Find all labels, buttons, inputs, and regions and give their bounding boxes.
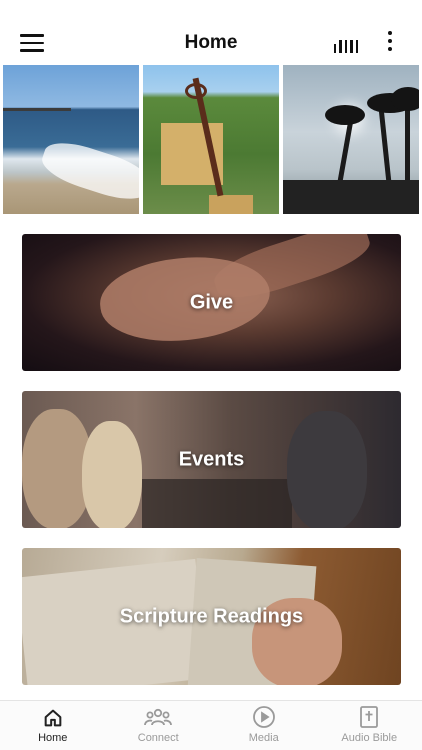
wave — [37, 134, 139, 208]
bars-icon — [350, 40, 353, 53]
person-image — [82, 421, 142, 528]
bars-icon — [355, 40, 359, 53]
tab-bar: Home Connect Media Audio Bible — [0, 700, 422, 750]
play-icon — [252, 706, 275, 728]
photo-strip — [3, 65, 419, 214]
tab-home[interactable]: Home — [0, 701, 106, 750]
stone-block — [209, 195, 253, 214]
more-options-button[interactable] — [384, 31, 396, 55]
give-card[interactable]: Give — [22, 234, 401, 371]
table-image — [142, 479, 292, 528]
page-title: Home — [184, 32, 238, 53]
tab-label: Audio Bible — [341, 732, 398, 744]
tab-label: Media — [248, 732, 279, 744]
tab-label: Connect — [137, 732, 179, 744]
tab-connect[interactable]: Connect — [106, 701, 212, 750]
beach-photo[interactable] — [3, 65, 139, 214]
palm-leaves — [391, 87, 419, 111]
audio-bars-button[interactable] — [334, 37, 359, 53]
more-dot-icon — [388, 39, 392, 43]
home-icon — [44, 709, 62, 727]
anchor-photo[interactable] — [143, 65, 279, 214]
palm-trees-photo[interactable] — [283, 65, 419, 214]
scripture-readings-card[interactable]: Scripture Readings — [22, 548, 401, 685]
app-header: Home — [0, 22, 422, 64]
tab-label: Home — [38, 732, 68, 744]
pier — [3, 108, 71, 111]
bars-icon — [334, 44, 337, 53]
card-list: Give Events Scripture Readings — [22, 234, 401, 705]
bars-icon — [344, 40, 348, 53]
status-bar — [0, 0, 422, 22]
tab-media[interactable]: Media — [211, 701, 317, 750]
card-label: Give — [189, 291, 234, 313]
more-dot-icon — [388, 31, 392, 35]
more-dot-icon — [388, 47, 392, 51]
events-card[interactable]: Events — [22, 391, 401, 528]
anchor-ring — [185, 83, 207, 99]
card-label: Scripture Readings — [119, 605, 304, 627]
bars-icon — [339, 40, 342, 53]
people-icon — [144, 708, 173, 726]
palm-leaves — [325, 105, 365, 125]
card-label: Events — [178, 448, 245, 470]
ground — [283, 180, 419, 214]
bible-icon — [360, 706, 379, 728]
tab-audio-bible[interactable]: Audio Bible — [317, 701, 422, 750]
